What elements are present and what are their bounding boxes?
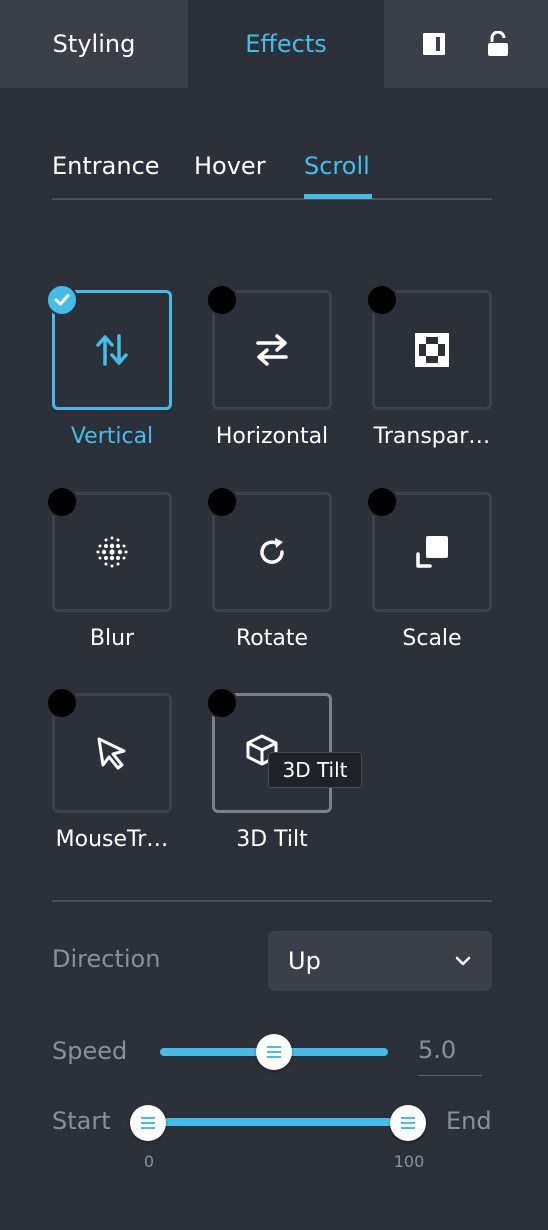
tab-effects[interactable]: Effects — [188, 0, 384, 88]
chevron-down-icon — [455, 956, 471, 966]
rotate-icon — [260, 538, 284, 564]
end-label: End — [446, 1107, 492, 1135]
top-tab-bar: Styling Effects — [0, 0, 548, 88]
effect-horizontal[interactable]: Horizontal — [206, 284, 332, 449]
effect-label: Scale — [402, 626, 462, 651]
unlock-icon[interactable] — [478, 24, 518, 64]
effect-blur[interactable]: Blur — [46, 486, 172, 651]
radio-dot — [206, 486, 238, 518]
horizontal-arrows-icon — [256, 334, 288, 366]
effect-label: Transpar… — [373, 424, 491, 449]
direction-select[interactable]: Up — [268, 931, 492, 991]
top-icon-group — [384, 0, 548, 88]
effect-label: MouseTr… — [55, 827, 169, 852]
effect-mousetrack[interactable]: MouseTr… — [46, 687, 172, 852]
radio-dot — [46, 687, 78, 719]
tooltip: 3D Tilt — [268, 752, 362, 788]
grip-lines-icon — [141, 1117, 155, 1129]
radio-dot — [366, 486, 398, 518]
effect-label: Rotate — [235, 626, 309, 651]
direction-value: Up — [288, 947, 321, 975]
cursor-icon — [97, 737, 126, 770]
effect-label: 3D Tilt — [236, 827, 308, 852]
tab-entrance[interactable]: Entrance — [52, 152, 160, 180]
effect-rotate[interactable]: Rotate — [206, 486, 332, 651]
effect-vertical[interactable]: Vertical — [46, 284, 172, 449]
radio-dot — [206, 687, 238, 719]
checker-icon — [415, 333, 449, 367]
effect-category-tabs: Entrance Hover Scroll — [52, 140, 492, 200]
effect-transparency[interactable]: Transpar… — [366, 284, 492, 449]
range-slider-track[interactable] — [148, 1118, 408, 1126]
range-end-handle[interactable] — [390, 1105, 426, 1141]
active-tab-indicator — [304, 194, 372, 199]
radio-dot — [366, 284, 398, 316]
effect-label: Blur — [89, 626, 135, 651]
effect-scale[interactable]: Scale — [366, 486, 492, 651]
effect-label: Horizontal — [215, 424, 329, 449]
radio-dot — [46, 486, 78, 518]
tab-hover[interactable]: Hover — [194, 152, 266, 180]
speed-value-input[interactable]: 5.0 — [418, 1036, 482, 1076]
range-max-label: 100 — [393, 1152, 425, 1171]
selected-check-icon — [46, 284, 78, 316]
range-min-label: 0 — [143, 1152, 155, 1171]
blur-dots-icon — [96, 536, 128, 568]
section-divider — [52, 900, 492, 902]
speed-label: Speed — [52, 1037, 128, 1065]
range-start-handle[interactable] — [130, 1105, 166, 1141]
radio-dot — [206, 284, 238, 316]
start-label: Start — [52, 1107, 111, 1135]
vertical-arrows-icon — [96, 334, 128, 366]
effect-label: Vertical — [70, 424, 154, 449]
tab-styling[interactable]: Styling — [0, 0, 188, 88]
speed-slider-handle[interactable] — [256, 1034, 292, 1070]
grip-lines-icon — [401, 1117, 415, 1129]
direction-label: Direction — [52, 945, 161, 973]
panel-layout-icon[interactable] — [414, 24, 454, 64]
tab-scroll[interactable]: Scroll — [304, 152, 370, 180]
grip-lines-icon — [267, 1046, 281, 1058]
scale-icon — [416, 536, 448, 568]
